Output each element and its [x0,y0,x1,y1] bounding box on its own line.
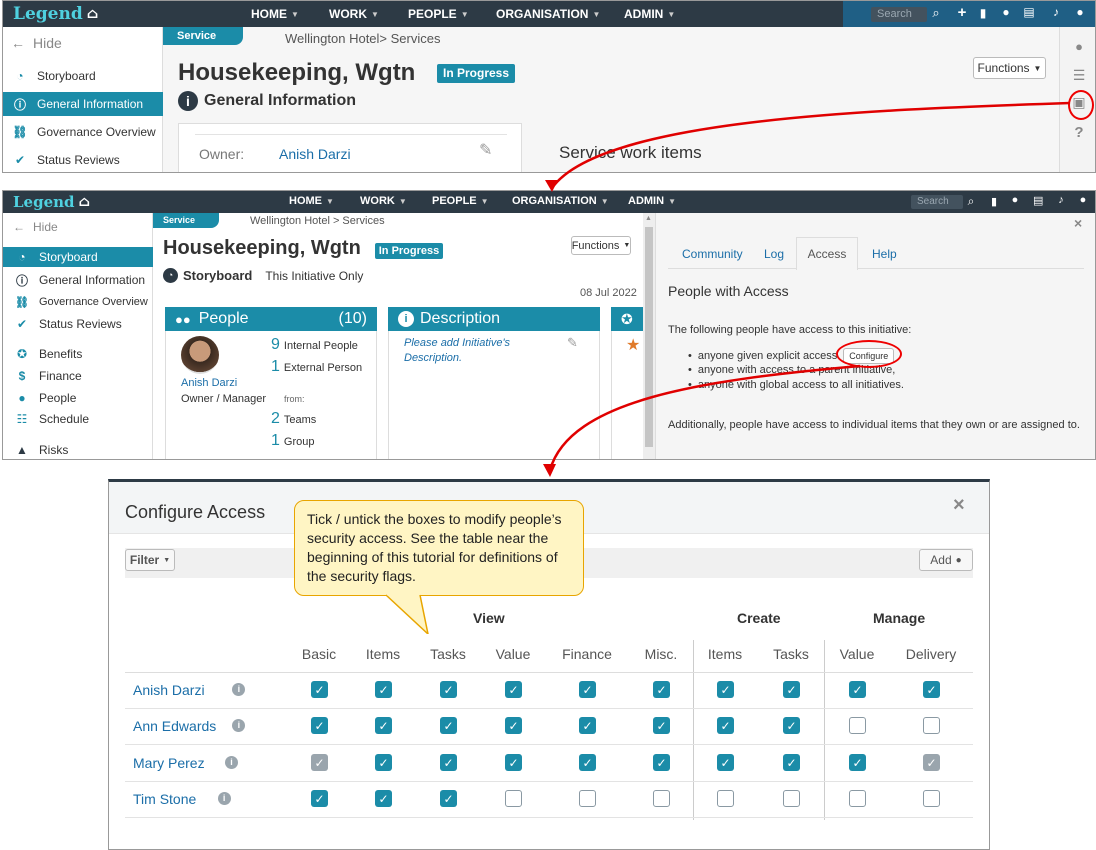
annotation-arrows [543,101,1071,477]
